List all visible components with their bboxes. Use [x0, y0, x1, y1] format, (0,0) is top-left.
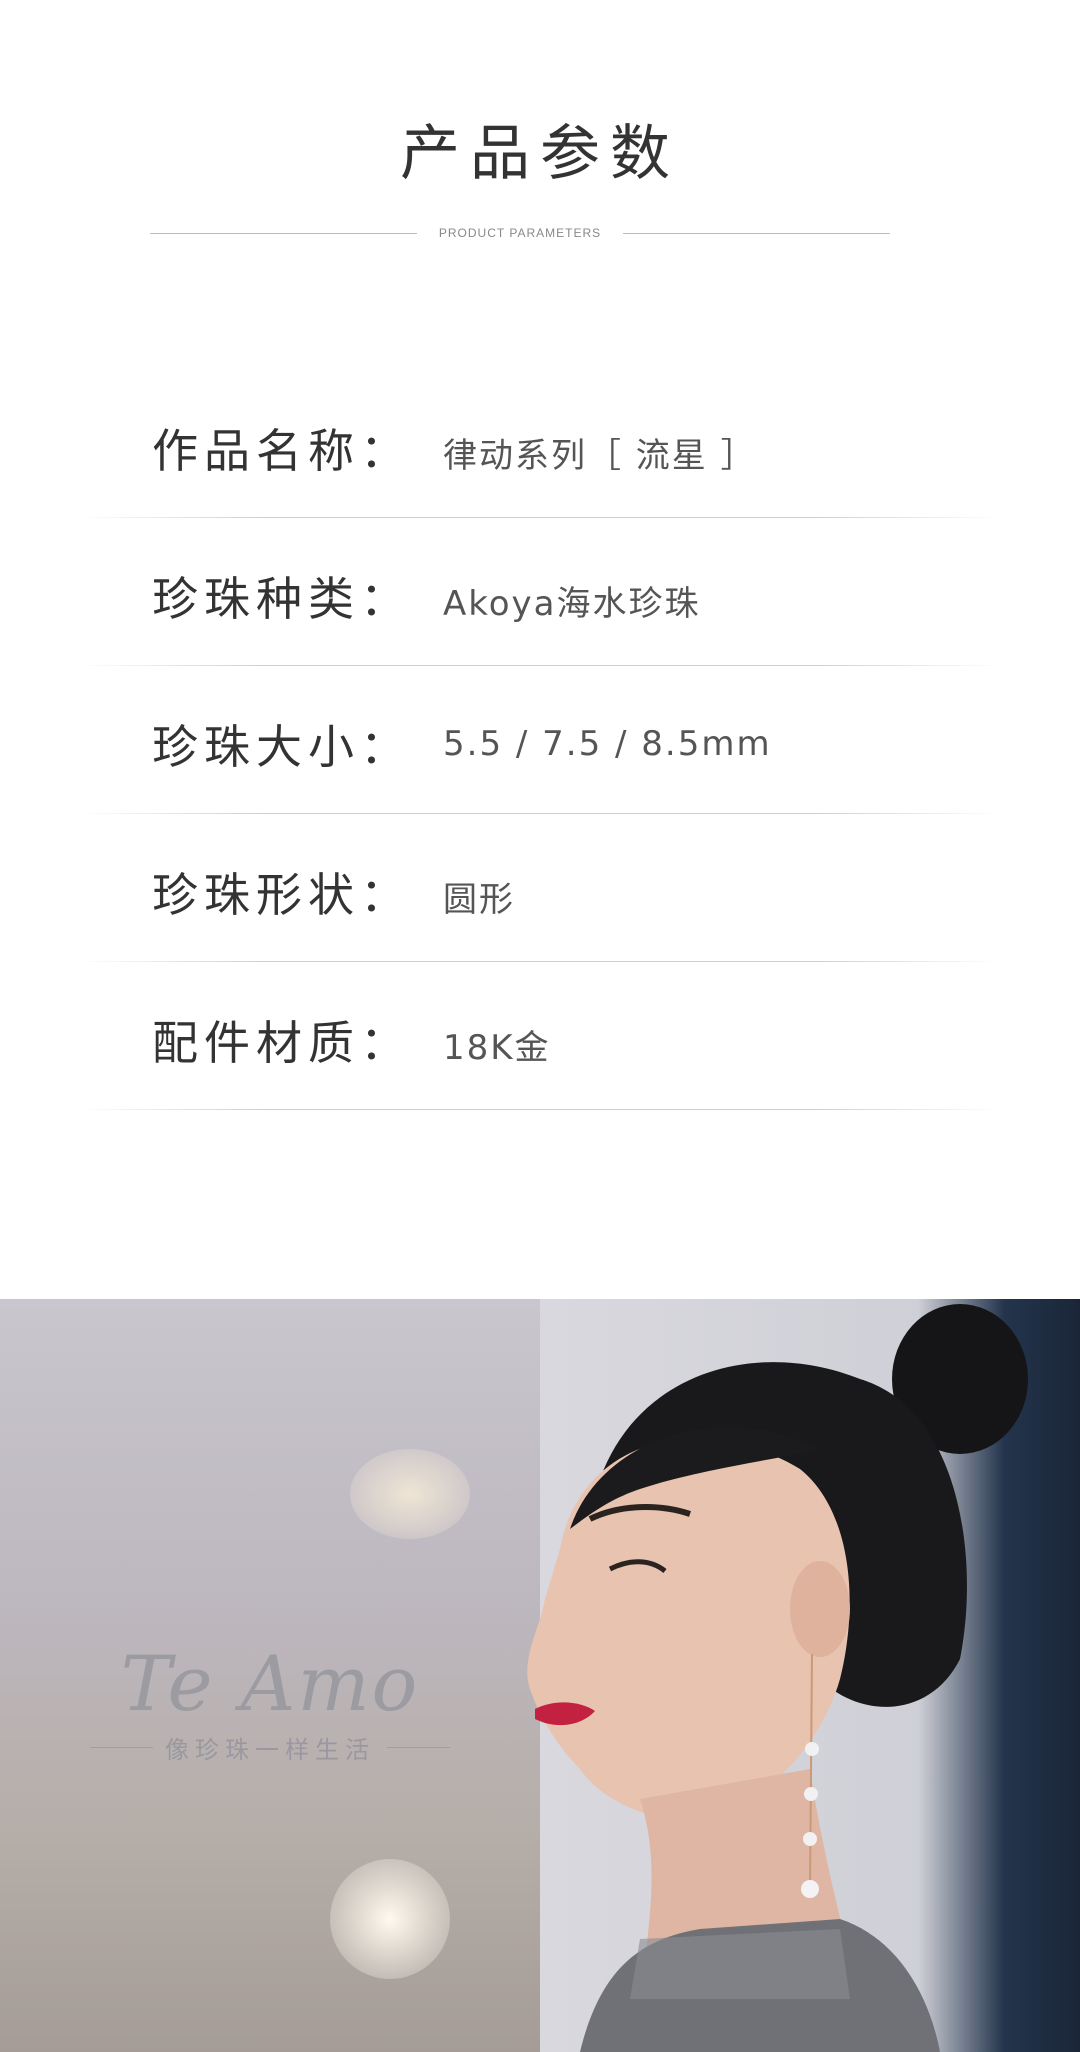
divider-right	[387, 1747, 450, 1748]
param-value: 圆形	[443, 880, 515, 920]
logo-script: Te Amo	[120, 1639, 420, 1728]
divider-left	[150, 232, 417, 234]
divider-left	[90, 1747, 153, 1748]
param-row-type: 珍珠种类： Akoya海水珍珠	[0, 518, 1080, 666]
parameter-list: 作品名称： 律动系列［ 流星 ］ 珍珠种类： Akoya海水珍珠 珍珠大小： 5…	[0, 370, 1080, 1110]
param-label: 配件材质：	[152, 1016, 412, 1070]
row-divider	[78, 1109, 1002, 1110]
param-label: 作品名称：	[152, 424, 412, 478]
param-row-shape: 珍珠形状： 圆形	[0, 814, 1080, 962]
param-value: 5.5 / 7.5 / 8.5mm	[443, 724, 772, 764]
param-row-name: 作品名称： 律动系列［ 流星 ］	[0, 370, 1080, 518]
param-label: 珍珠大小：	[152, 720, 412, 774]
page-title: 产品参数	[400, 119, 680, 189]
logo-tagline: 像珍珠一样生活	[165, 1736, 375, 1764]
param-label: 珍珠种类：	[152, 572, 412, 626]
param-label: 珍珠形状：	[152, 868, 412, 922]
divider-right	[623, 232, 890, 234]
param-value: 18K金	[443, 1028, 551, 1068]
param-row-size: 珍珠大小： 5.5 / 7.5 / 8.5mm	[0, 666, 1080, 814]
logo-tagline-row: 像珍珠一样生活	[90, 1730, 450, 1765]
page-subtitle: PRODUCT PARAMETERS	[438, 226, 602, 240]
param-row-material: 配件材质： 18K金	[0, 962, 1080, 1110]
model-photo: Te Amo 像珍珠一样生活	[0, 1299, 1080, 2052]
param-value: Akoya海水珍珠	[443, 584, 701, 624]
subtitle-row: PRODUCT PARAMETERS	[150, 226, 890, 240]
brand-logo: Te Amo 像珍珠一样生活	[90, 1639, 450, 1765]
param-value: 律动系列［ 流星 ］	[443, 436, 757, 476]
